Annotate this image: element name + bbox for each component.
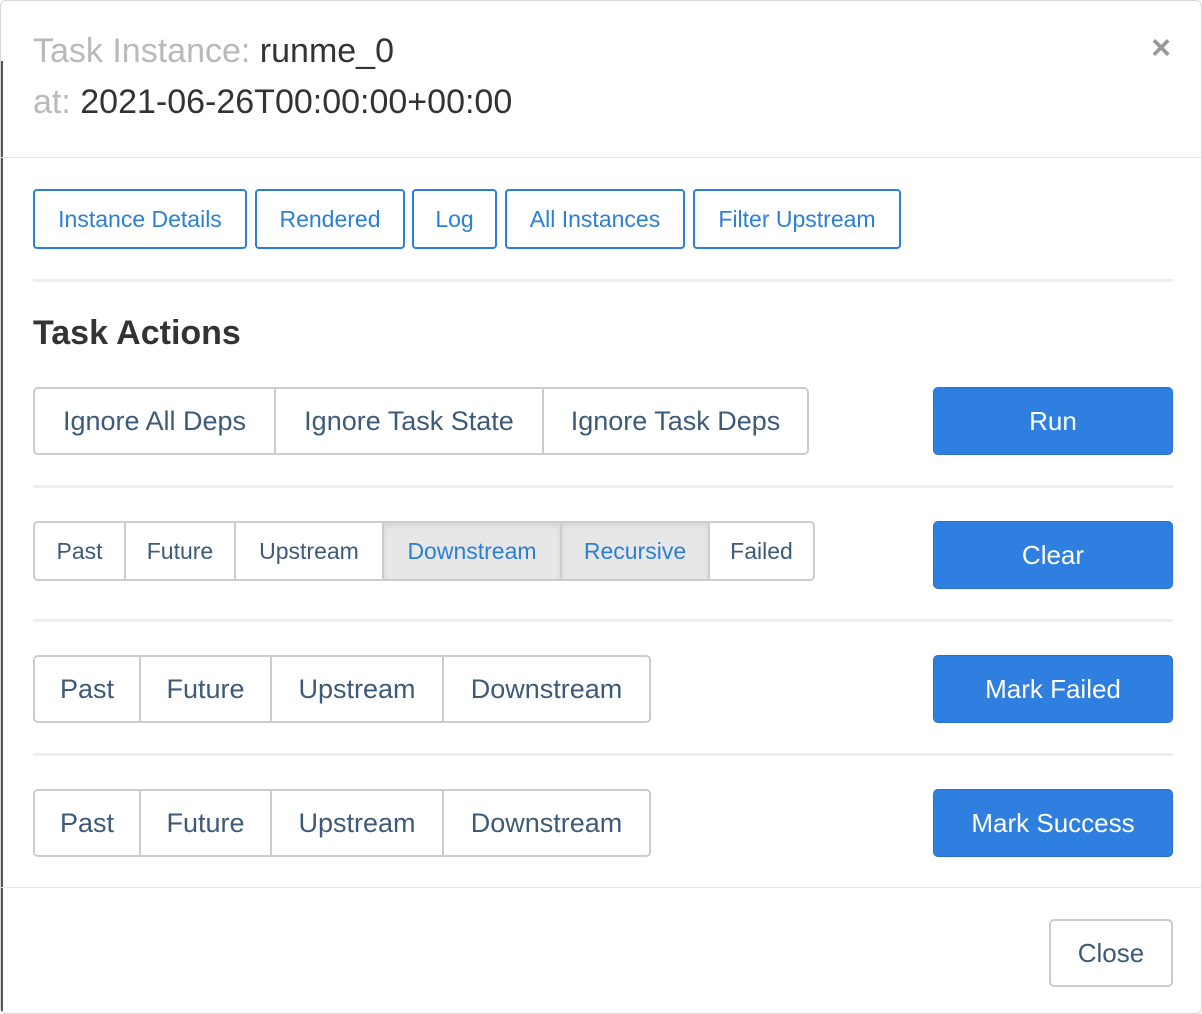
clear-downstream-toggle[interactable]: Downstream <box>384 523 562 579</box>
mark-failed-button[interactable]: Mark Failed <box>933 655 1173 723</box>
clear-past-toggle[interactable]: Past <box>35 523 126 579</box>
divider <box>33 485 1173 488</box>
clear-recursive-toggle[interactable]: Recursive <box>562 523 710 579</box>
divider <box>33 753 1173 756</box>
ignore-task-deps-toggle[interactable]: Ignore Task Deps <box>544 389 807 453</box>
ignore-all-deps-toggle[interactable]: Ignore All Deps <box>35 389 276 453</box>
run-options-group: Ignore All Deps Ignore Task State Ignore… <box>33 387 809 455</box>
failed-future-toggle[interactable]: Future <box>141 657 272 721</box>
close-icon[interactable]: × <box>1147 31 1175 65</box>
filter-upstream-button[interactable]: Filter Upstream <box>693 189 901 249</box>
success-future-toggle[interactable]: Future <box>141 791 272 855</box>
background-edge <box>1 61 3 1011</box>
instance-details-button[interactable]: Instance Details <box>33 189 247 249</box>
at-label: at: <box>33 83 71 121</box>
divider <box>33 619 1173 622</box>
close-button[interactable]: Close <box>1049 919 1173 987</box>
ignore-task-state-toggle[interactable]: Ignore Task State <box>276 389 544 453</box>
task-instance-value: runme_0 <box>259 32 394 70</box>
failed-downstream-toggle[interactable]: Downstream <box>444 657 649 721</box>
success-past-toggle[interactable]: Past <box>35 791 141 855</box>
clear-options-group: Past Future Upstream Downstream Recursiv… <box>33 521 815 581</box>
failed-past-toggle[interactable]: Past <box>35 657 141 721</box>
mark-failed-options-group: Past Future Upstream Downstream <box>33 655 651 723</box>
clear-future-toggle[interactable]: Future <box>126 523 236 579</box>
mark-success-button[interactable]: Mark Success <box>933 789 1173 857</box>
task-instance-label: Task Instance: <box>33 32 251 70</box>
modal-header: Task Instance: runme_0 at: 2021-06-26T00… <box>1 1 1202 158</box>
task-actions-heading: Task Actions <box>33 314 241 352</box>
modal-footer-divider <box>1 887 1202 888</box>
all-instances-button[interactable]: All Instances <box>505 189 685 249</box>
log-button[interactable]: Log <box>412 189 497 249</box>
clear-button[interactable]: Clear <box>933 521 1173 589</box>
failed-upstream-toggle[interactable]: Upstream <box>272 657 444 721</box>
clear-upstream-toggle[interactable]: Upstream <box>236 523 384 579</box>
rendered-button[interactable]: Rendered <box>255 189 405 249</box>
divider <box>33 279 1173 282</box>
execution-date-value: 2021-06-26T00:00:00+00:00 <box>80 83 513 121</box>
success-upstream-toggle[interactable]: Upstream <box>272 791 444 855</box>
clear-failed-toggle[interactable]: Failed <box>710 523 813 579</box>
execution-date: at: 2021-06-26T00:00:00+00:00 <box>33 82 512 122</box>
task-instance-modal: Task Instance: runme_0 at: 2021-06-26T00… <box>0 0 1202 1014</box>
mark-success-options-group: Past Future Upstream Downstream <box>33 789 651 857</box>
success-downstream-toggle[interactable]: Downstream <box>444 791 649 855</box>
run-button[interactable]: Run <box>933 387 1173 455</box>
modal-title: Task Instance: runme_0 <box>33 31 394 71</box>
